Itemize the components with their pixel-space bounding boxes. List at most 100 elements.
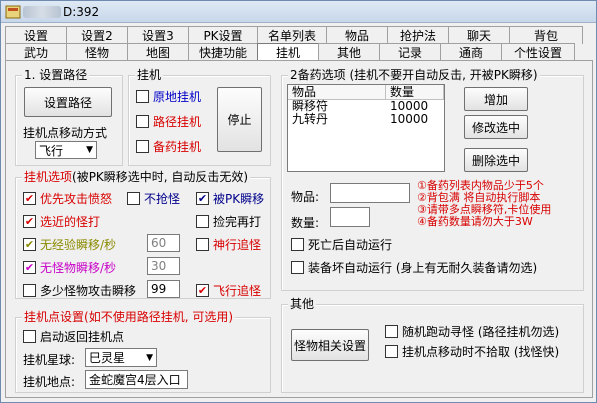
checkbox-box[interactable] [196,215,209,228]
hang-options-label: 挂机选项(被PK瞬移选中时, 自动反击无效) [22,170,251,184]
path-hang-label: 路径挂机 [153,115,202,129]
supply-list[interactable]: 物品 数量 瞬移符 10000 九转丹 10000 [287,84,445,172]
checkbox-box[interactable] [291,238,304,251]
tab-trade[interactable]: 通商 [440,43,502,61]
tab-items[interactable]: 物品 [326,26,388,44]
checkbox-box[interactable] [127,192,140,205]
checkbox-box[interactable] [136,90,149,103]
path-group: 1. 设置路径 设置路径 挂机点移动方式 飞行 ▼ [15,68,123,166]
pk-teleport-checkbox[interactable]: ✔ 被PK瞬移 [196,190,264,207]
auto-return-checkbox[interactable]: 启动返回挂机点 [23,328,124,345]
no-exp-seconds-input[interactable]: 60 [147,234,180,252]
tab-chat[interactable]: 聊天 [448,26,510,44]
supply-group: 2备药选项 (挂机不要开自动反击, 开被PK瞬移) 物品 数量 瞬移符 1000… [281,68,584,291]
fly-chase-checkbox[interactable]: ✔ 飞行追怪 [196,282,261,299]
tab-shortcuts[interactable]: 快捷功能 [188,43,258,61]
monster-settings-button[interactable]: 怪物相关设置 [291,329,369,361]
other-group: 其他 怪物相关设置 随机跑动寻怪 (路径挂机勿选) 挂机点移动时不拾取 (找怪快… [281,297,584,393]
set-path-button[interactable]: 设置路径 [24,87,112,117]
checkbox-box[interactable] [23,284,36,297]
no-monster-teleport-checkbox[interactable]: ✔ 无怪物瞬移/秒 [23,259,116,276]
path-hang-checkbox[interactable]: 路径挂机 [136,113,201,130]
checkbox-box[interactable] [291,261,304,274]
checkbox-box[interactable] [196,238,209,251]
random-run-checkbox[interactable]: 随机跑动寻怪 (路径挂机勿选) [385,323,559,340]
checkbox-box[interactable]: ✔ [23,192,36,205]
tab-settings[interactable]: 设置 [5,26,67,44]
add-button[interactable]: 增加 [464,87,528,111]
tab-hang[interactable]: 挂机 [257,43,319,61]
hang-point-group: 挂机点设置(如不使用路径挂机, 可选用) 启动返回挂机点 挂机星球: 巳灵星 ▼… [15,310,271,393]
app-icon [5,5,21,19]
tab-grab-guard[interactable]: 抢护法 [387,26,449,44]
hang-options-note: (被PK瞬移选中时, 自动反击无效) [72,170,249,184]
edit-selected-button[interactable]: 修改选中 [464,115,528,139]
hang-point-label: 挂机点设置(如不使用路径挂机, 可选用) [22,310,236,324]
move-mode-select[interactable]: 飞行 ▼ [35,141,97,159]
supply-hang-checkbox[interactable]: 备药挂机 [136,138,201,155]
window-title: D:392 [63,5,100,19]
stop-button[interactable]: 停止 [217,87,262,152]
tab-pk-settings[interactable]: PK设置 [188,26,258,44]
move-mode-value: 飞行 [39,143,64,158]
chevron-down-icon: ▼ [86,145,93,155]
no-monster-seconds-input[interactable]: 30 [147,257,180,275]
hang-in-place-checkbox[interactable]: 原地挂机 [136,88,201,105]
item-input[interactable] [330,183,410,203]
no-grab-checkbox[interactable]: 不抢怪 [127,190,180,207]
multi-monster-input[interactable]: 99 [147,280,180,298]
pick-after-checkbox[interactable]: 捡完再打 [196,213,261,230]
checkbox-box[interactable]: ✔ [23,215,36,228]
checkbox-box[interactable] [23,330,36,343]
death-auto-checkbox[interactable]: 死亡后自动运行 [291,236,392,253]
title-bar: D:392 [1,1,596,23]
tab-monsters[interactable]: 怪物 [66,43,128,61]
move-mode-label: 挂机点移动方式 [23,126,108,140]
no-exp-teleport-label: 无经验瞬移/秒 [40,238,117,252]
durability-auto-checkbox[interactable]: 装备坏自动运行 (身上有无耐久装备请勿选) [291,259,537,276]
supply-note-4: ④备药数量请勿大于3W [417,215,533,228]
checkbox-box[interactable] [136,115,149,128]
death-auto-label: 死亡后自动运行 [308,238,393,252]
tab-settings-2[interactable]: 设置2 [66,26,128,44]
checkbox-box[interactable] [385,325,398,338]
tab-backpack[interactable]: 背包 [509,26,583,44]
checkbox-box[interactable] [385,345,398,358]
priority-attack-checkbox[interactable]: ✔ 优先攻击愤怒 [23,190,112,207]
nearest-monster-label: 选近的怪打 [40,215,101,229]
tab-personal[interactable]: 个性设置 [501,43,575,61]
hang-point-title: 挂机点设置 [24,310,85,324]
column-item[interactable]: 物品 [288,85,386,99]
checkbox-box[interactable]: ✔ [23,261,36,274]
location-select[interactable]: 金蛇魔宫4层入口 [85,370,188,389]
checkbox-box[interactable]: ✔ [196,284,209,297]
tab-records[interactable]: 记录 [379,43,441,61]
tab-martial[interactable]: 武功 [5,43,67,61]
tab-settings-3[interactable]: 设置3 [127,26,189,44]
no-pick-move-checkbox[interactable]: 挂机点移动时不拾取 (找怪快) [385,343,559,360]
god-chase-checkbox[interactable]: 神行追怪 [196,236,261,253]
column-qty[interactable]: 数量 [386,85,444,99]
chevron-down-icon: ▼ [146,352,153,363]
qty-input[interactable] [330,207,370,227]
title-redacted [23,6,61,18]
supply-group-label: 2备药选项 (挂机不要开自动反击, 开被PK瞬移) [288,68,540,82]
tab-name-list[interactable]: 名单列表 [257,26,327,44]
checkbox-box[interactable]: ✔ [23,238,36,251]
no-exp-teleport-checkbox[interactable]: ✔ 无经验瞬移/秒 [23,236,116,253]
hang-point-note: (如不使用路径挂机, 可选用) [84,310,234,324]
checkbox-box[interactable]: ✔ [196,192,209,205]
hang-options-title: 挂机选项 [24,170,73,184]
pk-teleport-label: 被PK瞬移 [213,192,265,206]
multi-monster-checkbox[interactable]: 多少怪物攻击瞬移 [23,282,136,299]
nearest-monster-checkbox[interactable]: ✔ 选近的怪打 [23,213,100,230]
planet-select[interactable]: 巳灵星 ▼ [85,348,157,367]
checkbox-box[interactable] [136,140,149,153]
location-value: 金蛇魔宫4层入口 [89,373,181,387]
delete-selected-button[interactable]: 删除选中 [464,148,528,172]
list-item[interactable]: 九转丹 10000 [288,113,444,126]
list-item-qty: 10000 [390,112,429,126]
no-grab-label: 不抢怪 [144,192,181,206]
tab-map[interactable]: 地图 [127,43,189,61]
tab-other[interactable]: 其他 [318,43,380,61]
